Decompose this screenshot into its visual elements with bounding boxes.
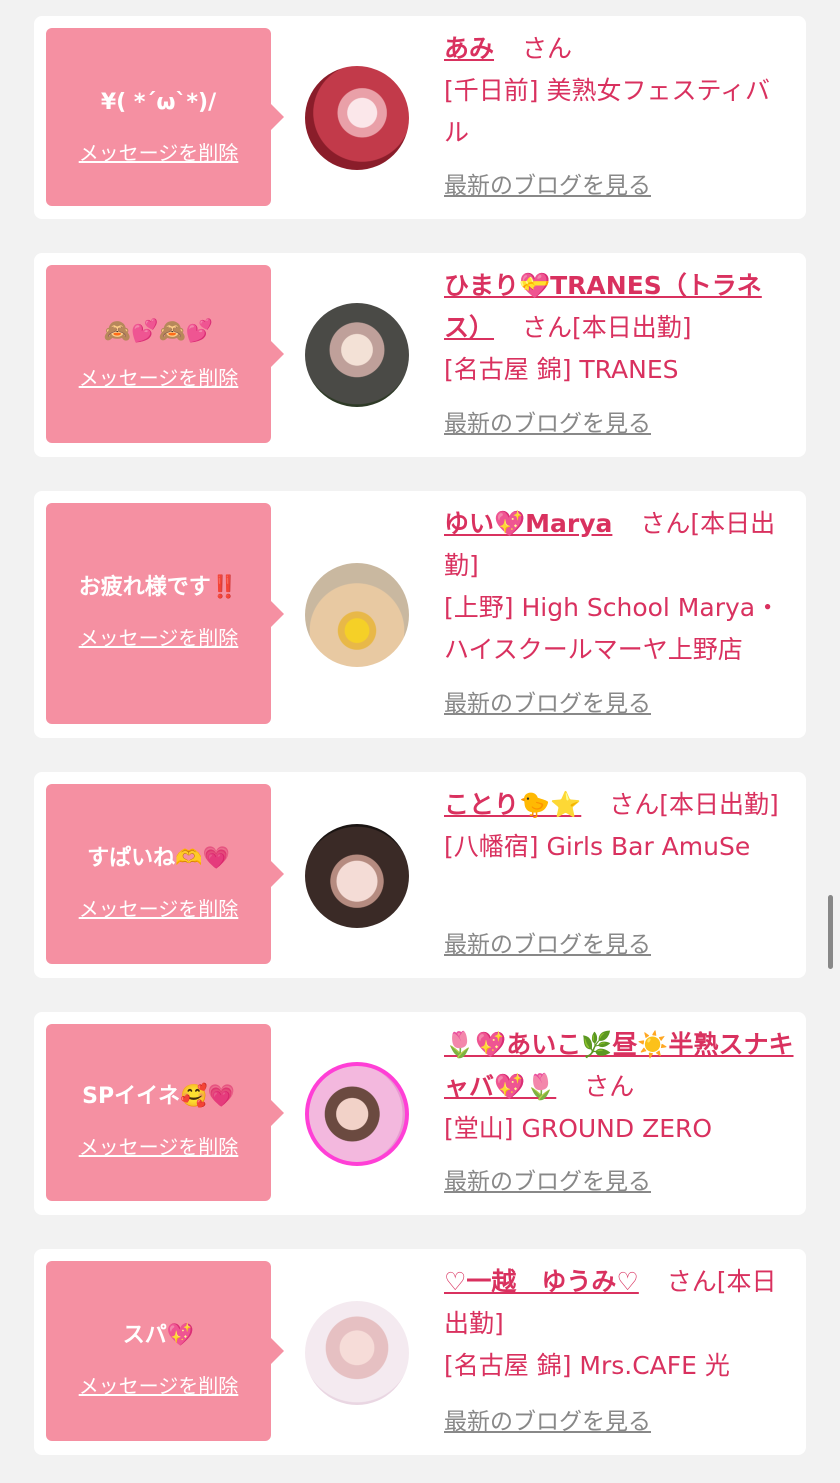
message-card: 🙈💕🙈💕 メッセージを削除 ひまり💝TRANES（トラネス） さん[本日出勤] … bbox=[34, 253, 806, 457]
delete-message-link[interactable]: メッセージを削除 bbox=[46, 625, 271, 651]
profile-info: あみ さん [千日前] 美熟女フェスティバル bbox=[444, 28, 794, 154]
avatar[interactable] bbox=[305, 66, 409, 170]
shop-label: [堂山] GROUND ZERO bbox=[444, 1114, 713, 1143]
profile-info: ひまり💝TRANES（トラネス） さん[本日出勤] [名古屋 錦] TRANES bbox=[444, 265, 794, 391]
message-bubble: お疲れ様です‼️ メッセージを削除 bbox=[46, 503, 284, 724]
profile-info: ゆい💖Marya さん[本日出勤] [上野] High School Marya… bbox=[444, 503, 794, 671]
honorific: さん bbox=[584, 1072, 635, 1101]
message-bubble: すぱいね🫶💗 メッセージを削除 bbox=[46, 784, 284, 964]
message-text: SPイイネ🥰💗 bbox=[82, 1084, 235, 1109]
avatar[interactable] bbox=[305, 1062, 409, 1166]
message-card: スパ💖 メッセージを削除 ♡一越 ゆうみ♡ さん[本日出勤] [名古屋 錦] M… bbox=[34, 1249, 806, 1455]
shop-label: [八幡宿] Girls Bar AmuSe bbox=[444, 832, 751, 861]
scrollbar[interactable] bbox=[828, 895, 833, 969]
profile-name-link[interactable]: ♡一越 ゆうみ♡ bbox=[444, 1267, 639, 1296]
delete-message-link[interactable]: メッセージを削除 bbox=[46, 896, 271, 922]
delete-message-link[interactable]: メッセージを削除 bbox=[46, 1134, 271, 1160]
message-card: SPイイネ🥰💗 メッセージを削除 🌷💖あいこ🌿昼☀️半熟スナキャバ💖🌷 さん [… bbox=[34, 1012, 806, 1215]
message-text: スパ💖 bbox=[122, 1323, 195, 1348]
profile-name-link[interactable]: ことり🐤⭐️ bbox=[444, 790, 581, 819]
latest-blog-link[interactable]: 最新のブログを見る bbox=[444, 689, 651, 719]
latest-blog-link[interactable]: 最新のブログを見る bbox=[444, 409, 651, 439]
shop-label: [名古屋 錦] Mrs.CAFE 光 bbox=[444, 1351, 730, 1380]
latest-blog-link[interactable]: 最新のブログを見る bbox=[444, 171, 651, 201]
profile-name-link[interactable]: ゆい💖Marya bbox=[444, 509, 612, 538]
avatar[interactable] bbox=[305, 824, 409, 928]
message-text: お疲れ様です‼️ bbox=[78, 575, 239, 600]
message-bubble: スパ💖 メッセージを削除 bbox=[46, 1261, 284, 1441]
shop-label: [千日前] 美熟女フェスティバル bbox=[444, 76, 770, 147]
latest-blog-link[interactable]: 最新のブログを見る bbox=[444, 930, 651, 960]
message-text: 🙈💕🙈💕 bbox=[103, 319, 214, 344]
message-bubble: ¥( *´ω`*)/ メッセージを削除 bbox=[46, 28, 284, 206]
message-text: すぱいね🫶💗 bbox=[87, 846, 230, 871]
latest-blog-link[interactable]: 最新のブログを見る bbox=[444, 1407, 651, 1437]
work-status: [本日出勤] bbox=[659, 790, 779, 819]
message-text: ¥( *´ω`*)/ bbox=[100, 90, 217, 115]
message-card: お疲れ様です‼️ メッセージを削除 ゆい💖Marya さん[本日出勤] [上野]… bbox=[34, 491, 806, 738]
avatar[interactable] bbox=[305, 303, 409, 407]
profile-info: ことり🐤⭐️ さん[本日出勤] [八幡宿] Girls Bar AmuSe bbox=[444, 784, 794, 868]
honorific: さん bbox=[521, 313, 572, 342]
avatar[interactable] bbox=[305, 1301, 409, 1405]
latest-blog-link[interactable]: 最新のブログを見る bbox=[444, 1167, 651, 1197]
shop-label: [上野] High School Marya・ハイスクールマーヤ上野店 bbox=[444, 593, 781, 664]
honorific: さん bbox=[609, 790, 660, 819]
honorific: さん bbox=[666, 1267, 717, 1296]
message-card: すぱいね🫶💗 メッセージを削除 ことり🐤⭐️ さん[本日出勤] [八幡宿] Gi… bbox=[34, 772, 806, 978]
honorific: さん bbox=[521, 34, 572, 63]
delete-message-link[interactable]: メッセージを削除 bbox=[46, 140, 271, 166]
delete-message-link[interactable]: メッセージを削除 bbox=[46, 365, 271, 391]
message-bubble: SPイイネ🥰💗 メッセージを削除 bbox=[46, 1024, 284, 1201]
delete-message-link[interactable]: メッセージを削除 bbox=[46, 1373, 271, 1399]
message-card: ¥( *´ω`*)/ メッセージを削除 あみ さん [千日前] 美熟女フェスティ… bbox=[34, 16, 806, 219]
shop-label: [名古屋 錦] TRANES bbox=[444, 355, 679, 384]
profile-info: ♡一越 ゆうみ♡ さん[本日出勤] [名古屋 錦] Mrs.CAFE 光 bbox=[444, 1261, 794, 1387]
profile-info: 🌷💖あいこ🌿昼☀️半熟スナキャバ💖🌷 さん [堂山] GROUND ZERO bbox=[444, 1024, 794, 1150]
work-status: [本日出勤] bbox=[571, 313, 692, 342]
message-bubble: 🙈💕🙈💕 メッセージを削除 bbox=[46, 265, 284, 443]
honorific: さん bbox=[640, 509, 691, 538]
profile-name-link[interactable]: あみ bbox=[444, 34, 494, 63]
avatar[interactable] bbox=[305, 563, 409, 667]
